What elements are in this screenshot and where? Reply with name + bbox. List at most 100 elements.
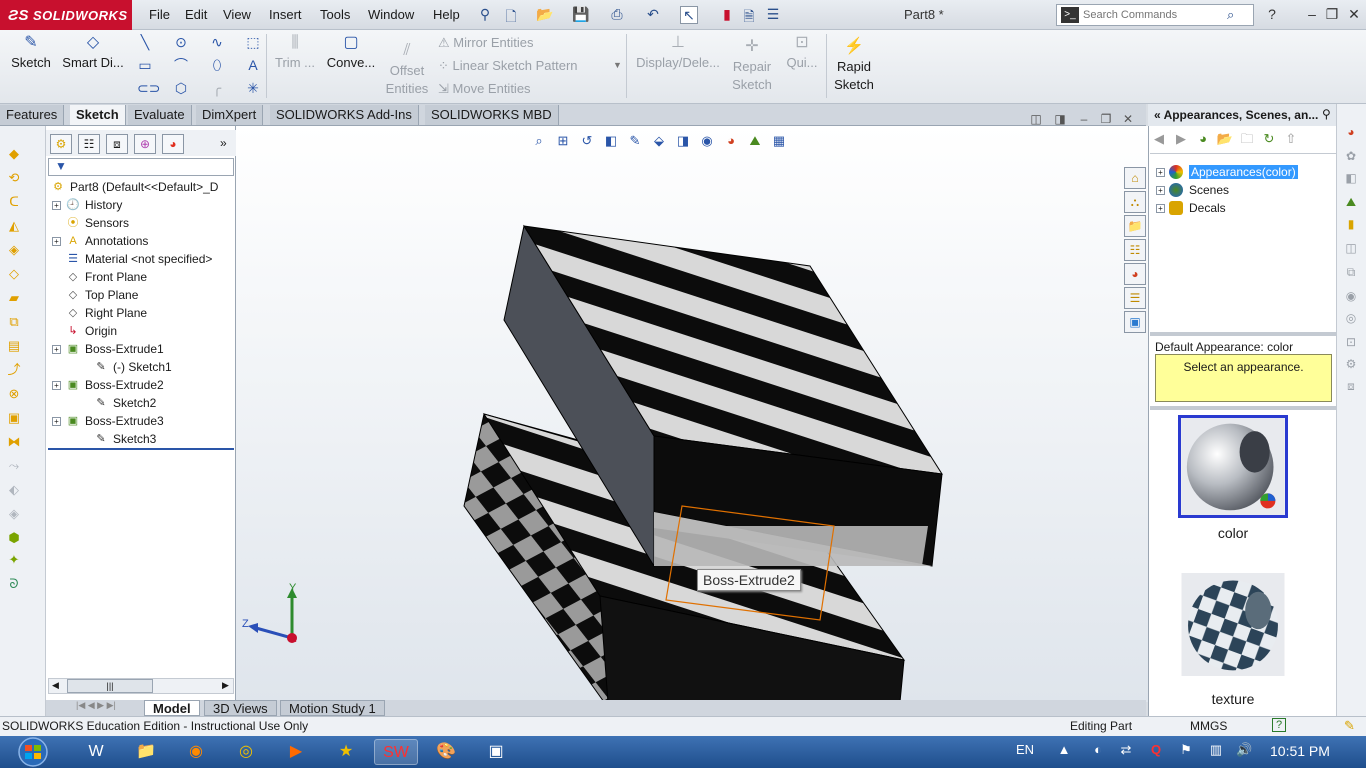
close-icon[interactable]: ✕ (1344, 6, 1364, 23)
tab-features[interactable]: Features (0, 105, 65, 125)
taskpane-appearances-icon[interactable]: ◕ (1124, 263, 1146, 285)
tree-item[interactable]: ✎ Sketch3 (80, 430, 156, 448)
scroll-right-icon[interactable]: ▶ (222, 680, 229, 691)
scroll-left-icon[interactable]: ◀ (52, 680, 59, 691)
tree-item[interactable]: + ▣ Boss-Extrude3 (52, 412, 164, 430)
propertymanager-tab-icon[interactable]: ☷ (78, 134, 100, 154)
tree-item[interactable]: + ▣ Boss-Extrude1 (52, 340, 164, 358)
taskbar-media-icon[interactable]: ▶ (274, 739, 318, 765)
featuremanager-tab-icon[interactable]: ⚙ (50, 134, 72, 154)
configurationmanager-tab-icon[interactable]: ⧈ (106, 134, 128, 154)
tree-item[interactable]: ☰ Material <not specified> (52, 250, 212, 268)
reference-tool-icon[interactable]: ✦ (6, 552, 22, 568)
slot-icon[interactable]: ⊂⊃ (137, 80, 160, 96)
curves-tool-icon[interactable]: ⤳ (6, 458, 22, 474)
menu-insert[interactable]: Insert (269, 7, 302, 22)
lights-tool-icon[interactable]: ◫ (1343, 240, 1359, 256)
pane-splitter[interactable] (1150, 332, 1336, 336)
tree-item[interactable]: ↳ Origin (52, 322, 117, 340)
offset-entities-button[interactable]: ⫽ Offset Entities (384, 42, 430, 98)
search-commands-box[interactable]: >_ ⌕ (1056, 4, 1254, 26)
curve-tool-icon[interactable]: ᘐ (6, 576, 22, 592)
menu-view[interactable]: View (223, 7, 251, 22)
tray-display-icon[interactable]: ▥ (1208, 742, 1224, 758)
model-3d-view[interactable] (236, 126, 1148, 702)
expand-icon[interactable]: + (52, 200, 61, 210)
smart-dimension-button[interactable]: ◇ Smart Di... (60, 34, 126, 72)
node-appearances[interactable]: + Appearances(color) (1156, 163, 1298, 181)
expand-icon[interactable]: + (52, 236, 61, 246)
new-icon[interactable]: 🗋 (502, 6, 520, 24)
taskbar-solidworks-icon[interactable]: SW (374, 739, 418, 765)
texture-tool-icon[interactable]: ◧ (1343, 170, 1359, 186)
sketch-button[interactable]: ✎ Sketch (8, 34, 54, 72)
revolve-tool-icon[interactable]: ⟲ (6, 170, 22, 186)
tree-item[interactable]: ✎ (-) Sketch1 (80, 358, 171, 376)
new-folder-icon[interactable]: 🗀 (1238, 130, 1256, 148)
up-icon[interactable]: ⇧ (1282, 130, 1300, 148)
expand-icon[interactable]: + (52, 416, 61, 426)
tray-flag-icon[interactable]: ⚑ (1178, 742, 1194, 758)
display-delete-button[interactable]: ⊥ Display/Dele... (632, 34, 724, 72)
intersect-tool-icon[interactable]: ⊗ (6, 386, 22, 402)
text-icon[interactable]: A (245, 57, 261, 73)
pattern-tool-icon[interactable]: ⧉ (6, 314, 22, 330)
taskbar-explorer-icon[interactable]: 📁 (124, 739, 168, 765)
add-appearance-icon[interactable]: ◕ (1194, 130, 1212, 148)
appearance-thumb-texture[interactable] (1178, 573, 1288, 676)
grid-icon[interactable]: ⬚ (245, 34, 261, 50)
menu-help[interactable]: Help (433, 7, 460, 22)
instant3d-tool-icon[interactable]: ⬢ (6, 530, 22, 546)
tree-item[interactable]: ⦿ Sensors (52, 214, 130, 232)
rebuild-icon[interactable]: ▮ (718, 6, 736, 24)
tab-scroll-icons[interactable]: |◀ ◀ ▶ ▶| (76, 700, 116, 711)
menu-window[interactable]: Window (368, 7, 414, 22)
taskpane-forum-icon[interactable]: ▣ (1124, 311, 1146, 333)
chevron-down-icon[interactable]: ▼ (613, 60, 622, 70)
wrap-tool-icon[interactable]: ⤴ (6, 362, 22, 378)
expand-icon[interactable]: + (1156, 203, 1165, 213)
tree-item[interactable]: + 🕘 History (52, 196, 122, 214)
tree-root-part[interactable]: ⚙ Part8 (Default<<Default>_D (50, 178, 218, 196)
menu-file[interactable]: File (149, 7, 170, 22)
displaymanager-tab-icon[interactable]: ◕ (162, 134, 184, 154)
file-properties-icon[interactable]: 🗎 (740, 6, 758, 24)
taskbar-window-icon[interactable]: ▣ (474, 739, 518, 765)
options-icon[interactable]: ☰ (764, 6, 782, 24)
rapid-sketch-button[interactable]: ⚡ Rapid Sketch (830, 38, 878, 94)
rollback-bar[interactable] (48, 448, 234, 450)
taskbar-chrome-icon[interactable]: ◎ (224, 739, 268, 765)
appearance-tool-icon[interactable]: ◕ (1343, 124, 1359, 140)
status-units[interactable]: MMGS (1190, 719, 1227, 733)
tray-network-icon[interactable]: ◐ (1090, 742, 1106, 757)
status-help-icon[interactable]: ? (1272, 718, 1286, 732)
tab-addins[interactable]: SOLIDWORKS Add-Ins (270, 105, 419, 125)
taskpane-custom-properties-icon[interactable]: ☰ (1124, 287, 1146, 309)
open-icon[interactable]: 📂 (536, 6, 554, 24)
dimxpertmanager-tab-icon[interactable]: ⊕ (134, 134, 156, 154)
status-notification-icon[interactable]: ✎ (1344, 718, 1355, 734)
scrollbar-thumb[interactable]: ||| (67, 679, 153, 693)
taskbar-paint-icon[interactable]: 🎨 (424, 739, 468, 765)
viewport-tile-icon[interactable]: ◫ (1028, 112, 1044, 126)
tab-dimxpert[interactable]: DimXpert (196, 105, 264, 125)
pin-taskpane-icon[interactable]: ⚲ (1322, 107, 1331, 121)
taskbar-word-icon[interactable]: W (74, 739, 118, 765)
sweep-tool-icon[interactable]: ᑕ (6, 194, 22, 210)
appearance-thumb-color[interactable] (1178, 415, 1288, 518)
boundary-tool-icon[interactable]: ◈ (6, 242, 22, 258)
expand-icon[interactable]: + (52, 380, 61, 390)
tree-item[interactable]: ◇ Front Plane (52, 268, 147, 286)
tray-volume-icon[interactable]: 🔊 (1236, 742, 1252, 758)
pin-icon[interactable]: ⚲ (476, 6, 494, 24)
tree-item[interactable]: + ▣ Boss-Extrude2 (52, 376, 164, 394)
taskbar-star-icon[interactable]: ★ (324, 739, 368, 765)
feature-filter[interactable]: ▼ (48, 158, 234, 176)
schedule-render-icon[interactable]: ⚙ (1343, 356, 1359, 372)
viewport-restore-icon[interactable]: ❐ (1098, 112, 1114, 126)
cut-tool-icon[interactable]: ◇ (6, 266, 22, 282)
viewport-close-icon[interactable]: ✕ (1120, 112, 1136, 126)
minimize-icon[interactable]: – (1302, 6, 1322, 22)
render-options-icon[interactable]: ⧈ (1343, 378, 1359, 394)
ellipse-icon[interactable]: ⬯ (209, 57, 225, 73)
